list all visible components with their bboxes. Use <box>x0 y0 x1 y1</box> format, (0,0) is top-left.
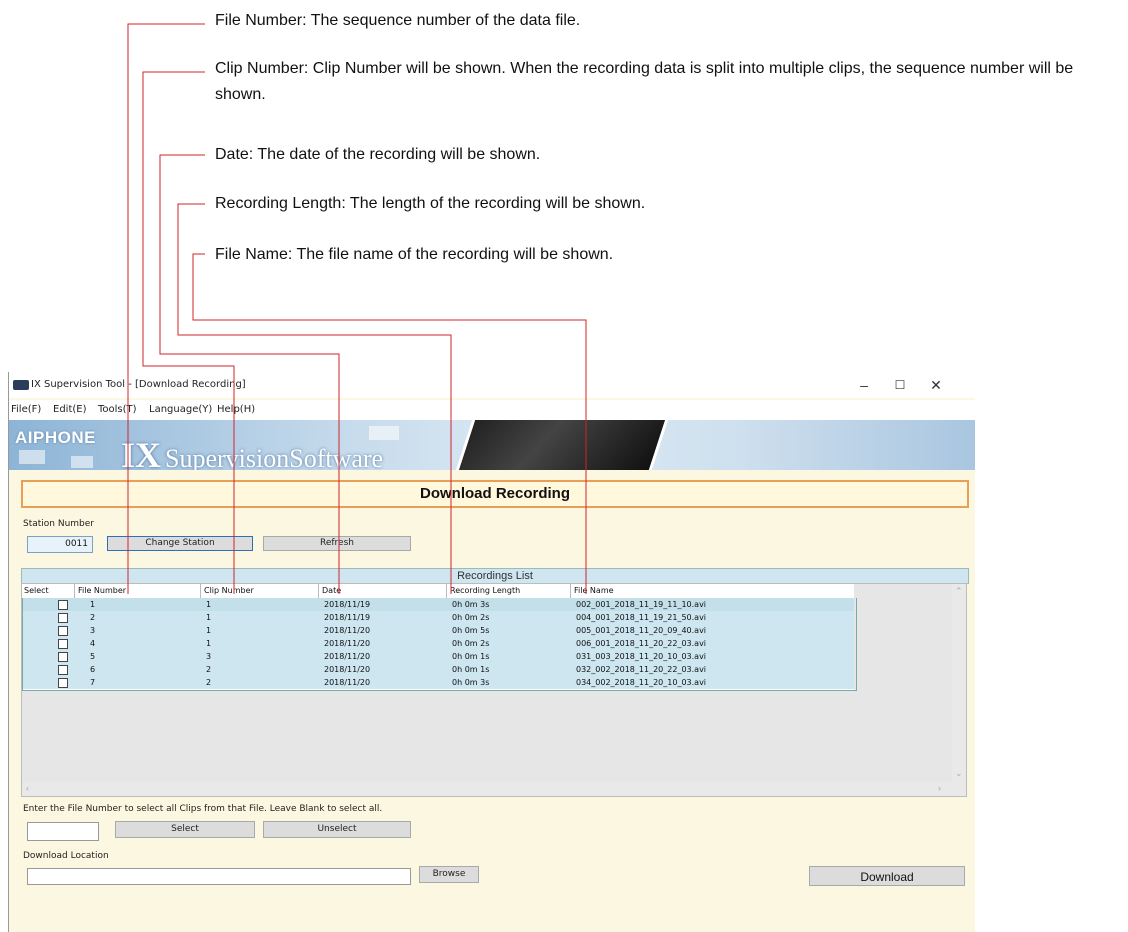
browse-button[interactable]: Browse <box>419 866 479 883</box>
station-number-field[interactable]: 0011 <box>27 536 93 553</box>
minimize-icon[interactable]: – <box>849 372 879 398</box>
app-icon <box>13 380 29 390</box>
change-station-button[interactable]: Change Station <box>107 536 253 551</box>
vertical-scrollbar[interactable]: ⌃ ⌄ <box>952 584 966 782</box>
horizontal-scrollbar[interactable]: ‹ › <box>22 782 966 796</box>
select-instruction: Enter the File Number to select all Clip… <box>23 804 383 814</box>
annotation-clip-number: Clip Number: Clip Number will be shown. … <box>215 60 1074 103</box>
grid-header: Select File Number Clip Number Date Reco… <box>22 584 854 599</box>
col-recording-length[interactable]: Recording Length <box>450 584 520 597</box>
download-path-input[interactable] <box>27 868 411 885</box>
aiphone-logo: AIPHONE <box>15 428 96 447</box>
menu-tools[interactable]: Tools(T) <box>98 400 137 420</box>
scroll-left-icon[interactable]: ‹ <box>26 783 29 793</box>
menu-file[interactable]: File(F) <box>11 400 41 420</box>
file-number-input[interactable] <box>27 822 99 841</box>
window-title: IX Supervision Tool - [Download Recordin… <box>31 379 246 390</box>
annotation-date: Date: The date of the recording will be … <box>215 146 541 163</box>
refresh-button[interactable]: Refresh <box>263 536 411 551</box>
recordings-grid: Select File Number Clip Number Date Reco… <box>21 583 967 797</box>
product-banner: AIPHONE IX SupervisionSoftware <box>9 420 975 470</box>
menu-bar: File(F) Edit(E) Tools(T) Language(Y) Hel… <box>9 400 975 420</box>
col-date[interactable]: Date <box>322 584 341 597</box>
title-bar: IX Supervision Tool - [Download Recordin… <box>9 372 975 398</box>
download-button[interactable]: Download <box>809 866 965 886</box>
banner-graphic <box>455 420 669 470</box>
menu-edit[interactable]: Edit(E) <box>53 400 87 420</box>
scroll-up-icon[interactable]: ⌃ <box>955 586 963 597</box>
select-button[interactable]: Select <box>115 821 255 838</box>
annotation-file-number: File Number: The sequence number of the … <box>215 12 581 29</box>
col-select[interactable]: Select <box>24 584 49 597</box>
close-icon[interactable]: ✕ <box>921 372 951 398</box>
download-location-label: Download Location <box>23 851 109 861</box>
menu-help[interactable]: Help(H) <box>217 400 255 420</box>
recordings-list-title: Recordings List <box>21 568 969 584</box>
rows-border <box>22 598 857 691</box>
product-suffix: SupervisionSoftware <box>165 444 384 470</box>
product-ix: IX <box>121 435 162 470</box>
product-name: IX SupervisionSoftware <box>121 434 383 470</box>
col-clip-number[interactable]: Clip Number <box>204 584 254 597</box>
col-file-name[interactable]: File Name <box>574 584 614 597</box>
page-title: Download Recording <box>21 480 969 508</box>
scroll-right-icon[interactable]: › <box>938 783 941 793</box>
maximize-icon[interactable]: ☐ <box>885 372 915 398</box>
station-number-label: Station Number <box>23 519 95 529</box>
annotation-recording-length: Recording Length: The length of the reco… <box>215 195 646 212</box>
scroll-down-icon[interactable]: ⌄ <box>955 768 963 779</box>
app-window: IX Supervision Tool - [Download Recordin… <box>8 372 975 932</box>
unselect-button[interactable]: Unselect <box>263 821 411 838</box>
menu-language[interactable]: Language(Y) <box>149 400 212 420</box>
annotation-file-name: File Name: The file name of the recordin… <box>215 246 614 263</box>
col-file-number[interactable]: File Number <box>78 584 126 597</box>
